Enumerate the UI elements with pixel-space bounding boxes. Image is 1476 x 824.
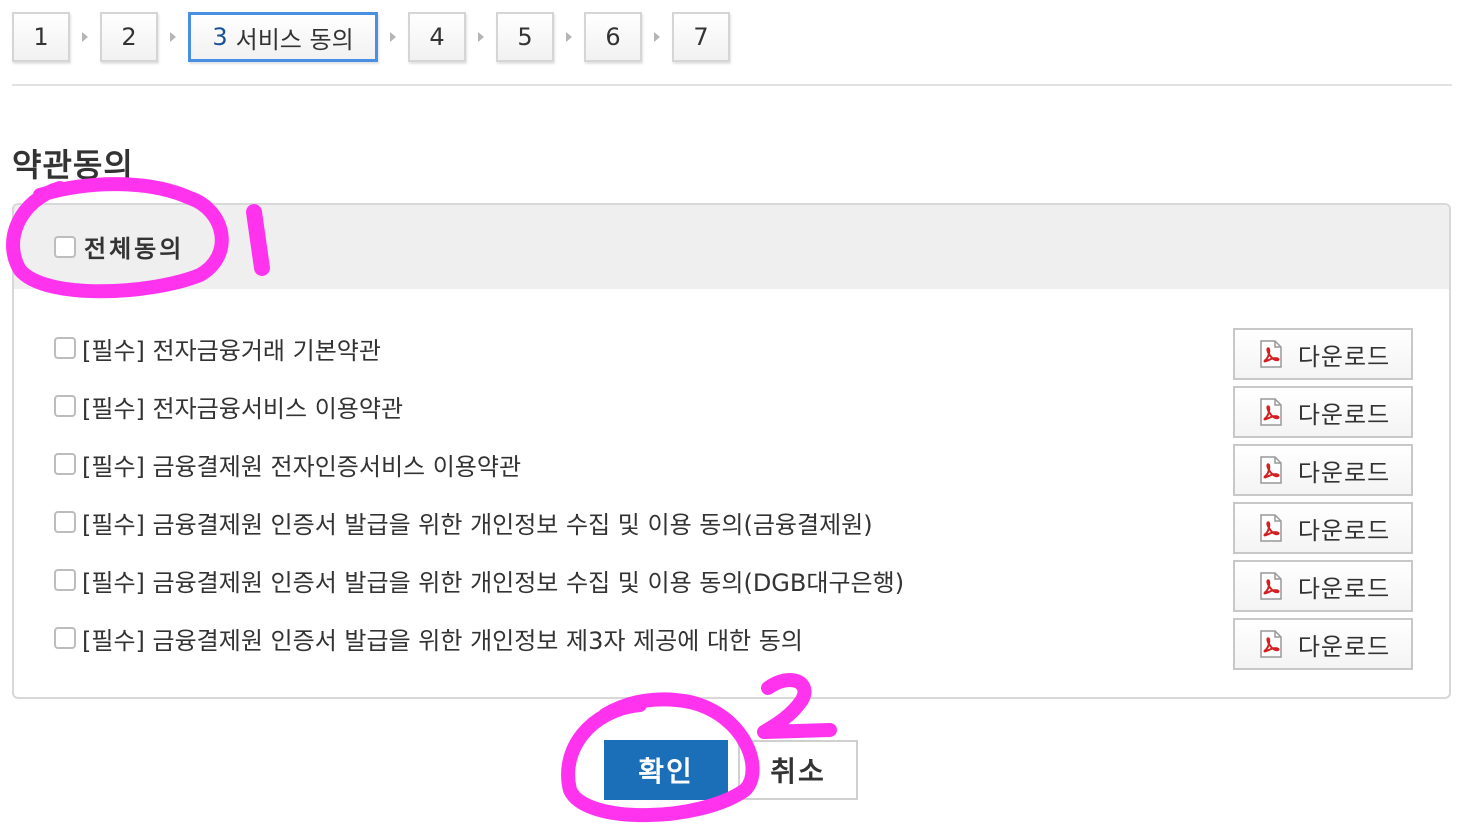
pdf-icon: [1256, 629, 1286, 659]
term-label[interactable]: [필수] 금융결제원 인증서 발급을 위한 개인정보 수집 및 이용 동의(DG…: [82, 563, 904, 598]
download-label: 다운로드: [1297, 574, 1391, 603]
download-label: 다운로드: [1297, 458, 1391, 487]
download-label: 다운로드: [1297, 342, 1391, 371]
step-arrow-icon: [158, 32, 188, 42]
term-checkbox[interactable]: [54, 511, 76, 533]
term-checkbox[interactable]: [54, 627, 76, 649]
download-button[interactable]: 다운로드: [1233, 560, 1413, 612]
step-4[interactable]: 4: [408, 12, 466, 62]
step-arrow-icon: [554, 32, 584, 42]
pdf-icon: [1256, 455, 1286, 485]
agree-all-checkbox[interactable]: [54, 236, 76, 258]
section-title: 약관동의: [12, 146, 134, 184]
step-number: 5: [517, 23, 533, 51]
step-number: 7: [693, 23, 709, 51]
step-arrow-icon: [378, 32, 408, 42]
download-button[interactable]: 다운로드: [1233, 328, 1413, 380]
step-number: 2: [121, 23, 137, 51]
agree-all-row: 전체동의: [14, 205, 1449, 289]
step-arrow-icon: [70, 32, 100, 42]
step-6[interactable]: 6: [584, 12, 642, 62]
step-number: 3: [212, 23, 228, 51]
step-1[interactable]: 1: [12, 12, 70, 62]
step-arrow-icon: [466, 32, 496, 42]
term-label[interactable]: [필수] 금융결제원 전자인증서비스 이용약관: [82, 447, 521, 482]
step-number: 6: [605, 23, 621, 51]
step-number: 4: [429, 23, 445, 51]
term-label[interactable]: [필수] 전자금융서비스 이용약관: [82, 389, 403, 424]
agree-all-label[interactable]: 전체동의: [84, 229, 184, 264]
term-checkbox[interactable]: [54, 453, 76, 475]
download-label: 다운로드: [1297, 516, 1391, 545]
download-label: 다운로드: [1297, 632, 1391, 661]
pdf-icon: [1256, 571, 1286, 601]
step-7[interactable]: 7: [672, 12, 730, 62]
step-arrow-icon: [642, 32, 672, 42]
term-label[interactable]: [필수] 금융결제원 인증서 발급을 위한 개인정보 수집 및 이용 동의(금융…: [82, 505, 873, 540]
download-button[interactable]: 다운로드: [1233, 444, 1413, 496]
term-checkbox[interactable]: [54, 569, 76, 591]
cancel-button[interactable]: 취소: [738, 740, 858, 800]
term-label[interactable]: [필수] 금융결제원 인증서 발급을 위한 개인정보 제3자 제공에 대한 동의: [82, 621, 803, 656]
step-5[interactable]: 5: [496, 12, 554, 62]
pdf-icon: [1256, 397, 1286, 427]
term-checkbox[interactable]: [54, 395, 76, 417]
step-label: 서비스 동의: [235, 25, 354, 54]
step-indicator: 1 2 3 서비스 동의 4 5 6 7: [12, 10, 730, 64]
step-3-active[interactable]: 3 서비스 동의: [188, 12, 378, 62]
divider: [12, 84, 1452, 86]
download-button[interactable]: 다운로드: [1233, 502, 1413, 554]
term-label[interactable]: [필수] 전자금융거래 기본약관: [82, 331, 381, 366]
pdf-icon: [1256, 513, 1286, 543]
download-button[interactable]: 다운로드: [1233, 386, 1413, 438]
download-label: 다운로드: [1297, 400, 1391, 429]
step-number: 1: [33, 23, 49, 51]
term-checkbox[interactable]: [54, 337, 76, 359]
download-button[interactable]: 다운로드: [1233, 618, 1413, 670]
terms-box: 전체동의 [필수] 전자금융거래 기본약관 다운로드 [필수] 전자금융서비스 …: [12, 203, 1451, 699]
step-2[interactable]: 2: [100, 12, 158, 62]
pdf-icon: [1256, 339, 1286, 369]
confirm-button[interactable]: 확인: [604, 740, 728, 800]
